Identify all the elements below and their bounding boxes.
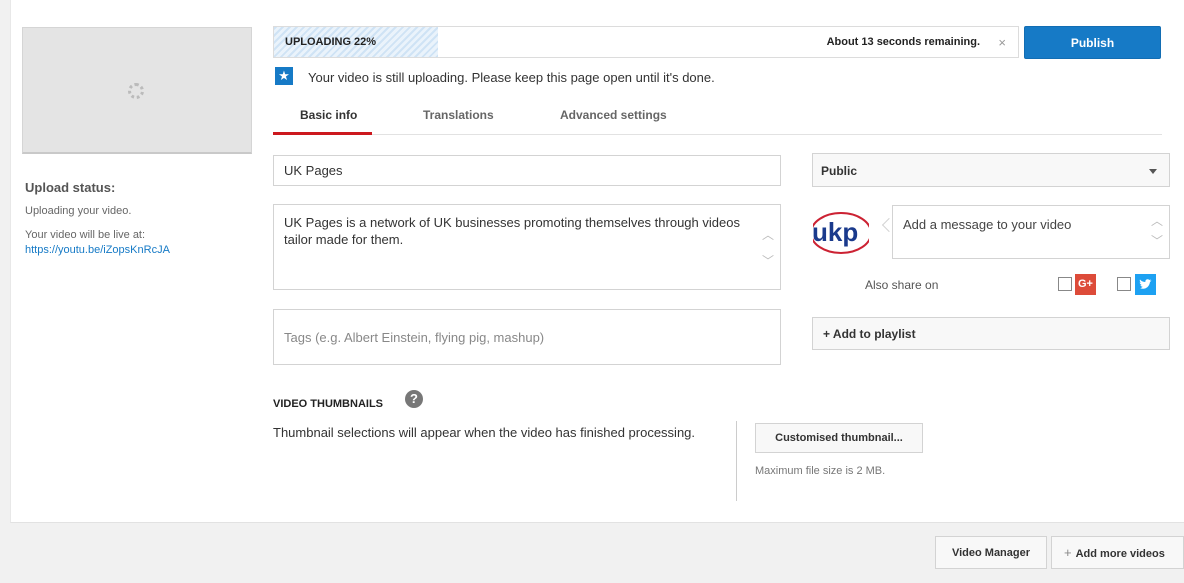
- share-message-box[interactable]: Add a message to your video ︿ ﹀: [892, 205, 1170, 259]
- thumbnails-note: Thumbnail selections will appear when th…: [273, 425, 696, 440]
- plus-icon: +: [1064, 545, 1072, 560]
- tab-basic-info[interactable]: Basic info: [300, 108, 357, 122]
- tab-translations[interactable]: Translations: [423, 108, 494, 122]
- loading-spinner-icon: [128, 83, 144, 99]
- progress-label: UPLOADING 22%: [285, 36, 377, 48]
- ukp-logo-icon: ukp: [813, 205, 869, 261]
- add-more-videos-label: Add more videos: [1075, 548, 1165, 560]
- description-text: UK Pages is a network of UK businesses p…: [284, 215, 740, 247]
- add-to-playlist-button[interactable]: + Add to playlist: [812, 317, 1170, 350]
- star-icon: ★: [275, 67, 293, 85]
- privacy-select[interactable]: Public: [812, 153, 1170, 187]
- twitter-checkbox[interactable]: [1117, 277, 1131, 291]
- upload-notice: Your video is still uploading. Please ke…: [308, 70, 715, 85]
- live-at-label: Your video will be live at:: [25, 229, 146, 241]
- tab-advanced-settings[interactable]: Advanced settings: [560, 108, 667, 122]
- also-share-label: Also share on: [865, 278, 939, 292]
- tags-input[interactable]: [273, 309, 781, 365]
- privacy-value: Public: [821, 164, 858, 178]
- gplus-checkbox[interactable]: [1058, 277, 1072, 291]
- share-message-placeholder: Add a message to your video: [903, 217, 1072, 232]
- description-textarea[interactable]: UK Pages is a network of UK businesses p…: [273, 204, 781, 290]
- twitter-icon: [1135, 274, 1156, 295]
- upload-progress-bar: UPLOADING 22% About 13 seconds remaining…: [273, 26, 1019, 58]
- video-thumbnails-title: VIDEO THUMBNAILS: [273, 398, 383, 410]
- active-tab-indicator: [273, 132, 372, 135]
- scroll-arrows-icon[interactable]: ︿ ﹀: [762, 222, 774, 274]
- svg-text:ukp: ukp: [813, 217, 858, 247]
- video-live-link[interactable]: https://youtu.be/iZopsKnRcJA: [25, 244, 170, 256]
- video-manager-button[interactable]: Video Manager: [935, 536, 1047, 569]
- upload-status-title: Upload status:: [25, 180, 116, 195]
- add-more-videos-button[interactable]: + Add more videos: [1051, 536, 1184, 569]
- title-input[interactable]: [273, 155, 781, 186]
- scroll-arrows-icon[interactable]: ︿ ﹀: [1151, 211, 1163, 251]
- max-file-size-note: Maximum file size is 2 MB.: [755, 465, 886, 477]
- custom-thumbnail-button[interactable]: Customised thumbnail...: [755, 423, 923, 453]
- channel-avatar: ukp: [813, 205, 869, 261]
- upload-status-text: Uploading your video.: [25, 205, 132, 217]
- divider: [736, 421, 737, 501]
- help-icon[interactable]: ?: [405, 390, 423, 408]
- video-preview: [22, 27, 252, 154]
- cancel-upload-icon[interactable]: ×: [998, 35, 1006, 50]
- google-plus-icon: G+: [1075, 274, 1096, 295]
- time-remaining: About 13 seconds remaining.: [826, 36, 980, 48]
- publish-button[interactable]: Publish: [1024, 26, 1161, 59]
- chevron-down-icon: [1149, 169, 1157, 174]
- tab-bar: Basic info Translations Advanced setting…: [273, 100, 1162, 135]
